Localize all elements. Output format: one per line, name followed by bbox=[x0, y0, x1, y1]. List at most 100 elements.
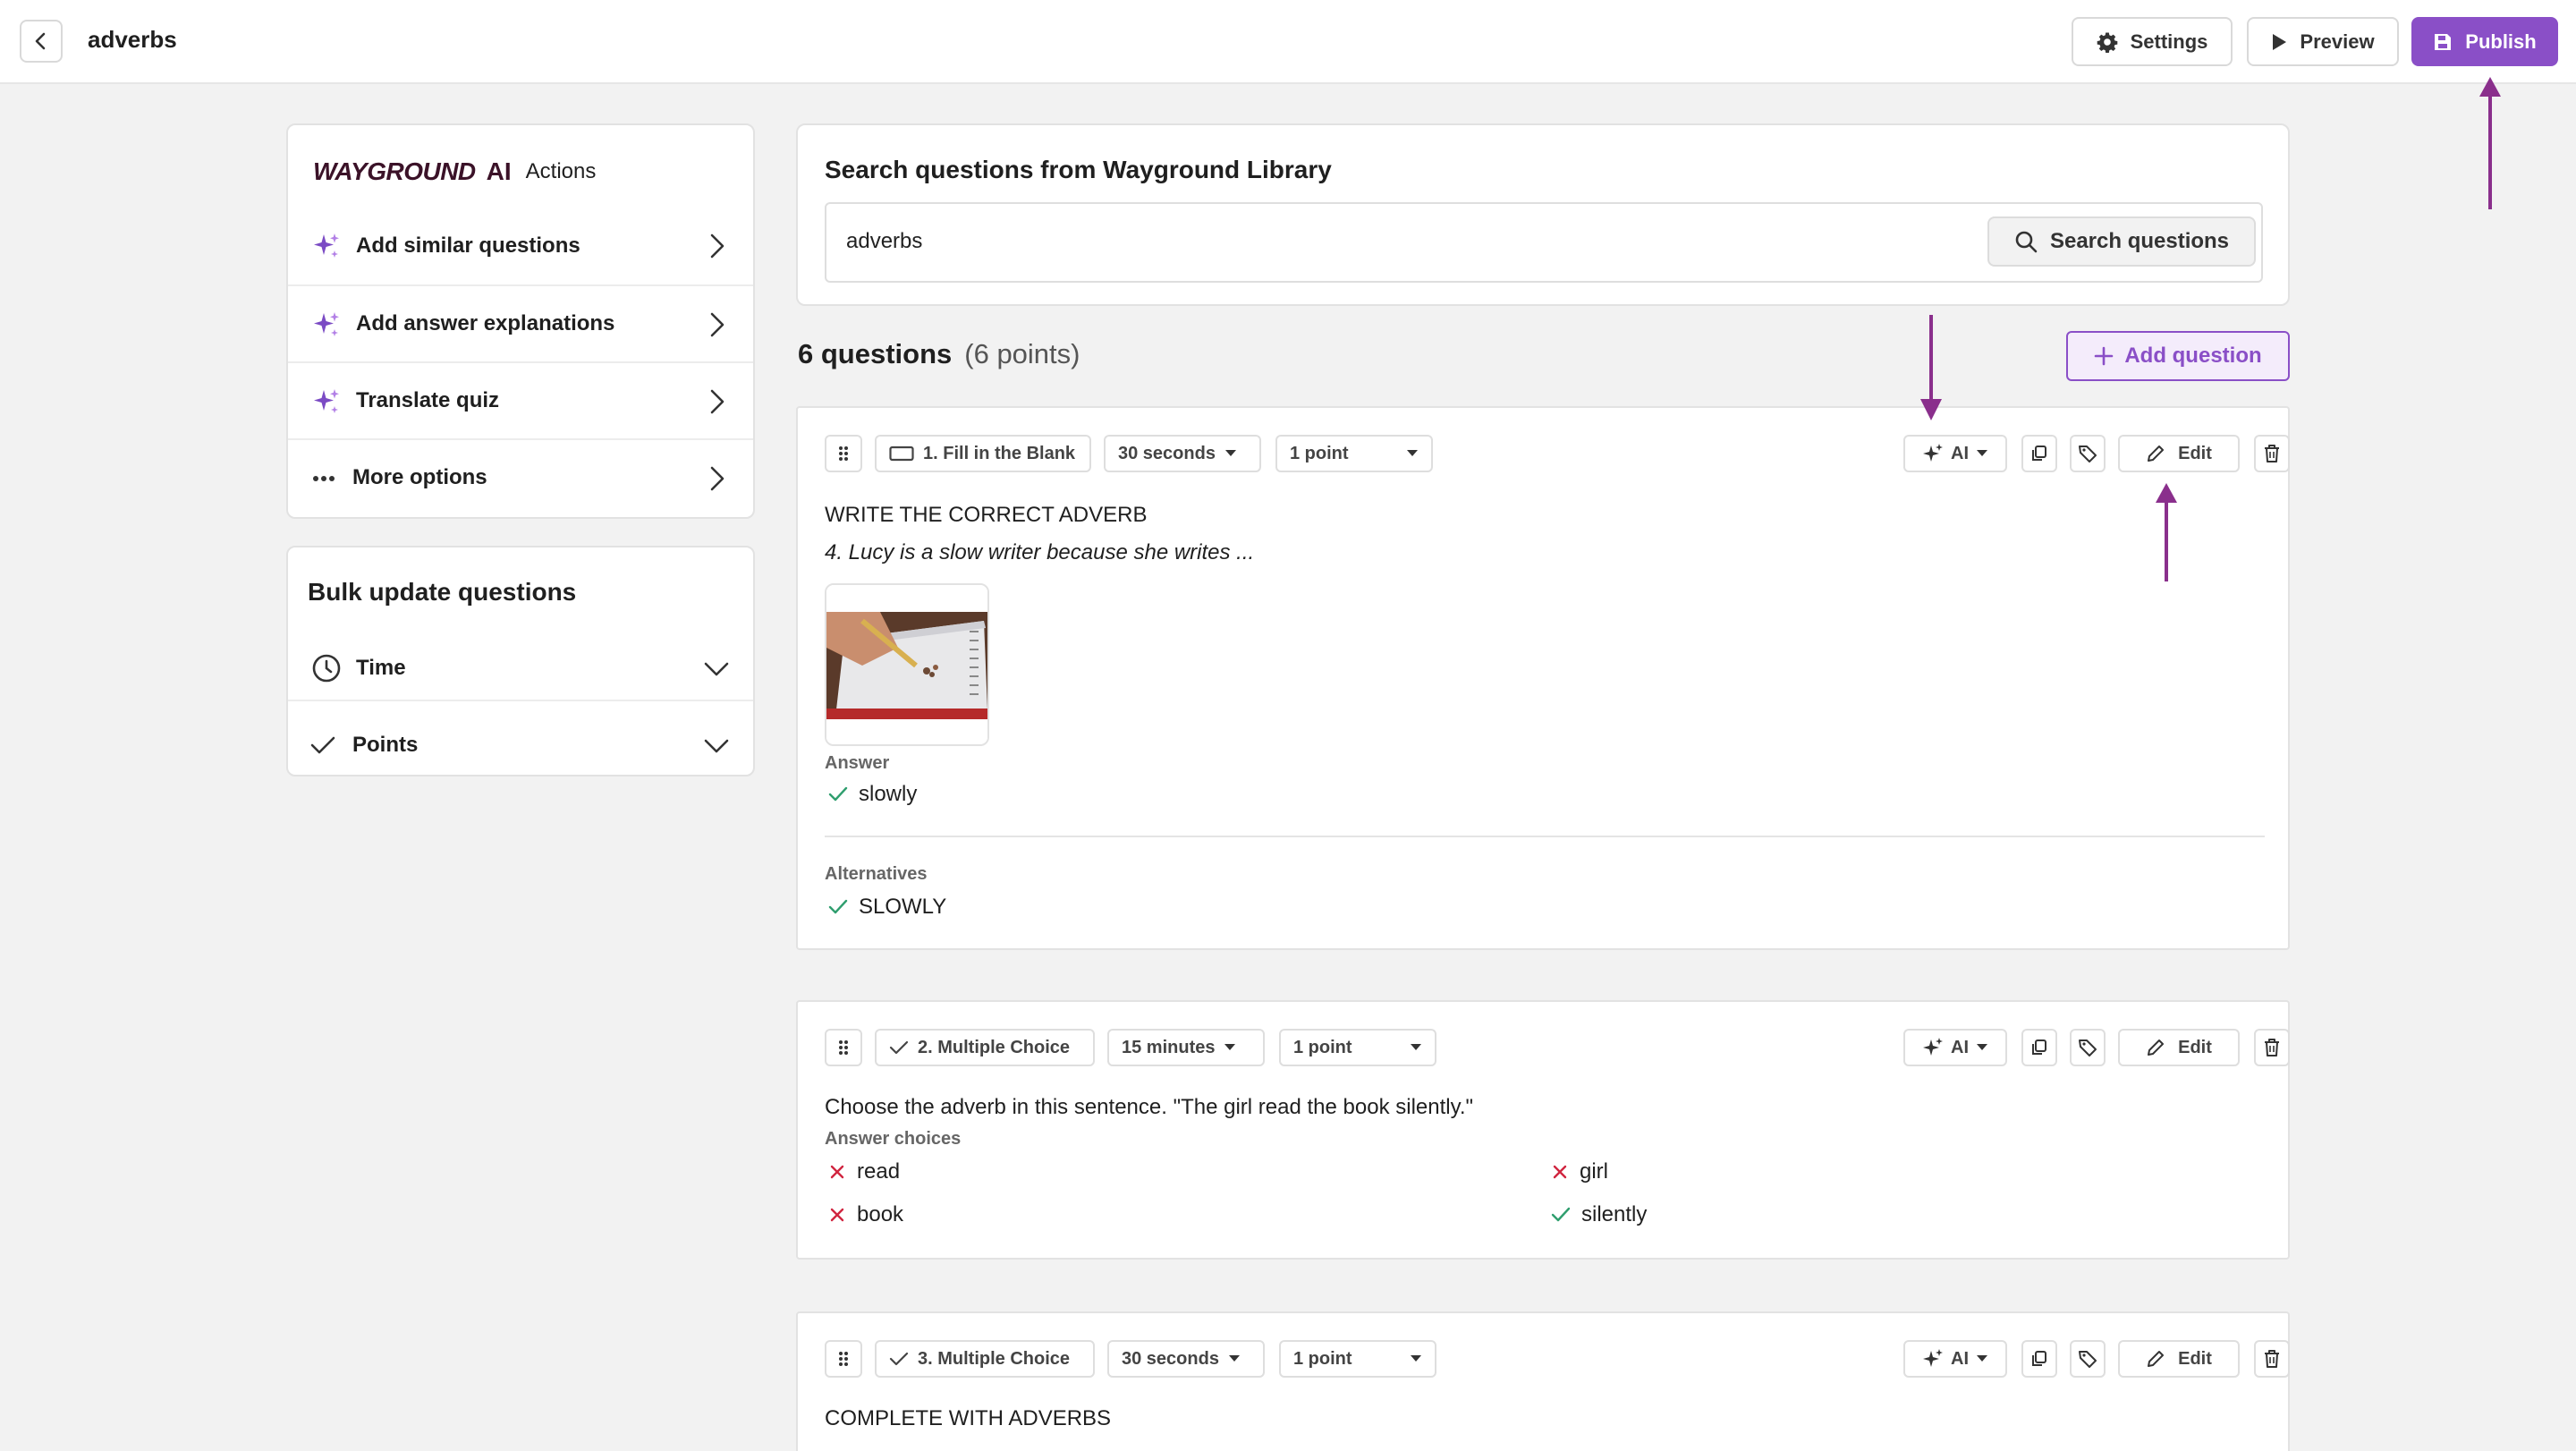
ai-dropdown-button[interactable]: AI bbox=[1903, 1340, 2007, 1378]
points-value: 1 point bbox=[1290, 443, 1349, 463]
pencil-icon bbox=[2148, 445, 2165, 462]
answer-text: slowly bbox=[859, 782, 918, 806]
answer-choice: book bbox=[828, 1202, 903, 1227]
trash-icon bbox=[2265, 1039, 2279, 1056]
question-type-label: 1. Fill in the Blank bbox=[923, 443, 1076, 463]
tag-button[interactable] bbox=[2070, 435, 2106, 472]
back-button[interactable] bbox=[20, 20, 63, 63]
bulk-item-time[interactable]: Time bbox=[288, 630, 753, 707]
answer-choice-text: silently bbox=[1581, 1202, 1648, 1226]
x-icon bbox=[830, 1165, 844, 1179]
points-dropdown[interactable]: 1 point bbox=[1279, 1029, 1436, 1066]
answer-item: slowly bbox=[828, 782, 917, 807]
check-icon bbox=[889, 1040, 909, 1055]
answer-label: Answer bbox=[825, 753, 890, 773]
points-dropdown[interactable]: 1 point bbox=[1279, 1340, 1436, 1378]
x-icon bbox=[830, 1208, 844, 1222]
edit-button[interactable]: Edit bbox=[2118, 1340, 2240, 1378]
search-questions-button[interactable]: Search questions bbox=[1987, 216, 2256, 267]
ai-action-add-similar[interactable]: Add similar questions bbox=[288, 208, 753, 284]
caret-down-icon bbox=[1411, 1044, 1421, 1050]
pencil-icon bbox=[2148, 1351, 2165, 1367]
check-icon bbox=[828, 786, 848, 802]
clock-icon bbox=[312, 654, 341, 683]
brand-ai-mark: AI bbox=[486, 157, 512, 185]
chevron-right-icon bbox=[710, 312, 724, 337]
points-dropdown[interactable]: 1 point bbox=[1275, 435, 1433, 472]
edit-button[interactable]: Edit bbox=[2118, 1029, 2240, 1066]
edit-button[interactable]: Edit bbox=[2118, 435, 2240, 472]
duplicate-button[interactable] bbox=[2021, 1340, 2057, 1378]
answer-choice-text: read bbox=[857, 1159, 901, 1184]
tag-button[interactable] bbox=[2070, 1340, 2106, 1378]
ai-action-translate[interactable]: Translate quiz bbox=[288, 361, 753, 438]
time-dropdown[interactable]: 30 seconds bbox=[1104, 435, 1261, 472]
trash-icon bbox=[2265, 1350, 2279, 1368]
sparkle-icon bbox=[1923, 444, 1943, 462]
duplicate-button[interactable] bbox=[2021, 1029, 2057, 1066]
tag-button[interactable] bbox=[2070, 1029, 2106, 1066]
pencil-icon bbox=[2148, 1039, 2165, 1056]
points-value: 1 point bbox=[1293, 1348, 1352, 1369]
drag-handle-icon bbox=[839, 446, 848, 461]
drag-handle[interactable] bbox=[825, 1029, 862, 1066]
check-icon bbox=[310, 736, 335, 754]
top-bar: adverbs Settings Preview Publish bbox=[0, 0, 2576, 84]
question-toolbar: 3. Multiple Choice 30 seconds 1 point AI… bbox=[825, 1340, 2290, 1378]
ai-action-label: Add similar questions bbox=[356, 233, 580, 258]
trash-icon bbox=[2265, 445, 2279, 462]
publish-button[interactable]: Publish bbox=[2411, 17, 2558, 66]
ai-dropdown-button[interactable]: AI bbox=[1903, 435, 2007, 472]
ellipsis-icon bbox=[313, 476, 335, 481]
add-question-button[interactable]: Add question bbox=[2066, 331, 2290, 381]
question-type-pill: 1. Fill in the Blank bbox=[875, 435, 1091, 472]
question-count-label: 6 questions bbox=[798, 338, 953, 369]
ai-action-more-options[interactable]: More options bbox=[288, 438, 753, 515]
drag-handle-icon bbox=[839, 1040, 848, 1055]
answer-choice: girl bbox=[1551, 1159, 1608, 1184]
gear-icon bbox=[2097, 32, 2117, 53]
annotation-arrow-up bbox=[2479, 77, 2501, 209]
delete-button[interactable] bbox=[2254, 1029, 2290, 1066]
drag-handle[interactable] bbox=[825, 435, 862, 472]
question-count: 6 questions (6 points) bbox=[798, 338, 1080, 370]
ai-actions-header: WAYGROUND AI Actions bbox=[313, 157, 596, 186]
time-dropdown[interactable]: 15 minutes bbox=[1107, 1029, 1265, 1066]
caret-down-icon bbox=[1224, 450, 1236, 456]
ai-dropdown-button[interactable]: AI bbox=[1903, 1029, 2007, 1066]
ai-action-add-explanations[interactable]: Add answer explanations bbox=[288, 284, 753, 361]
time-dropdown[interactable]: 30 seconds bbox=[1107, 1340, 1265, 1378]
question-toolbar: 2. Multiple Choice 15 minutes 1 point AI… bbox=[825, 1029, 2290, 1066]
divider bbox=[825, 836, 2265, 837]
answer-choice-text: girl bbox=[1580, 1159, 1609, 1184]
search-questions-label: Search questions bbox=[2049, 229, 2230, 253]
time-value: 30 seconds bbox=[1118, 443, 1216, 463]
question-type-pill: 2. Multiple Choice bbox=[875, 1029, 1095, 1066]
question-type-label: 2. Multiple Choice bbox=[918, 1037, 1071, 1057]
bulk-item-label: Points bbox=[352, 733, 419, 757]
chevron-right-icon bbox=[710, 389, 724, 414]
drag-handle[interactable] bbox=[825, 1340, 862, 1378]
tag-icon bbox=[2079, 1351, 2097, 1368]
ai-label: AI bbox=[1951, 1037, 1969, 1057]
save-icon bbox=[2435, 33, 2452, 50]
ai-action-label: Add answer explanations bbox=[356, 311, 615, 335]
delete-button[interactable] bbox=[2254, 1340, 2290, 1378]
bulk-item-points[interactable]: Points bbox=[288, 707, 753, 784]
bulk-divider bbox=[288, 700, 753, 701]
delete-button[interactable] bbox=[2254, 435, 2290, 472]
drag-handle-icon bbox=[839, 1352, 848, 1366]
preview-button[interactable]: Preview bbox=[2247, 17, 2399, 66]
search-input-value: adverbs bbox=[846, 229, 923, 253]
duplicate-button[interactable] bbox=[2021, 435, 2057, 472]
question-card: 1. Fill in the Blank 30 seconds 1 point … bbox=[796, 406, 2290, 950]
add-question-label: Add question bbox=[2124, 344, 2262, 368]
copy-icon bbox=[2032, 1039, 2046, 1055]
sparkle-icon bbox=[1923, 1349, 1943, 1367]
settings-label: Settings bbox=[2130, 30, 2208, 53]
sparkle-icon bbox=[1923, 1038, 1943, 1056]
settings-button[interactable]: Settings bbox=[2072, 17, 2233, 66]
chevron-right-icon bbox=[710, 233, 724, 259]
library-search-input[interactable]: adverbs Search questions bbox=[825, 202, 2263, 283]
question-toolbar: 1. Fill in the Blank 30 seconds 1 point … bbox=[825, 435, 2290, 472]
